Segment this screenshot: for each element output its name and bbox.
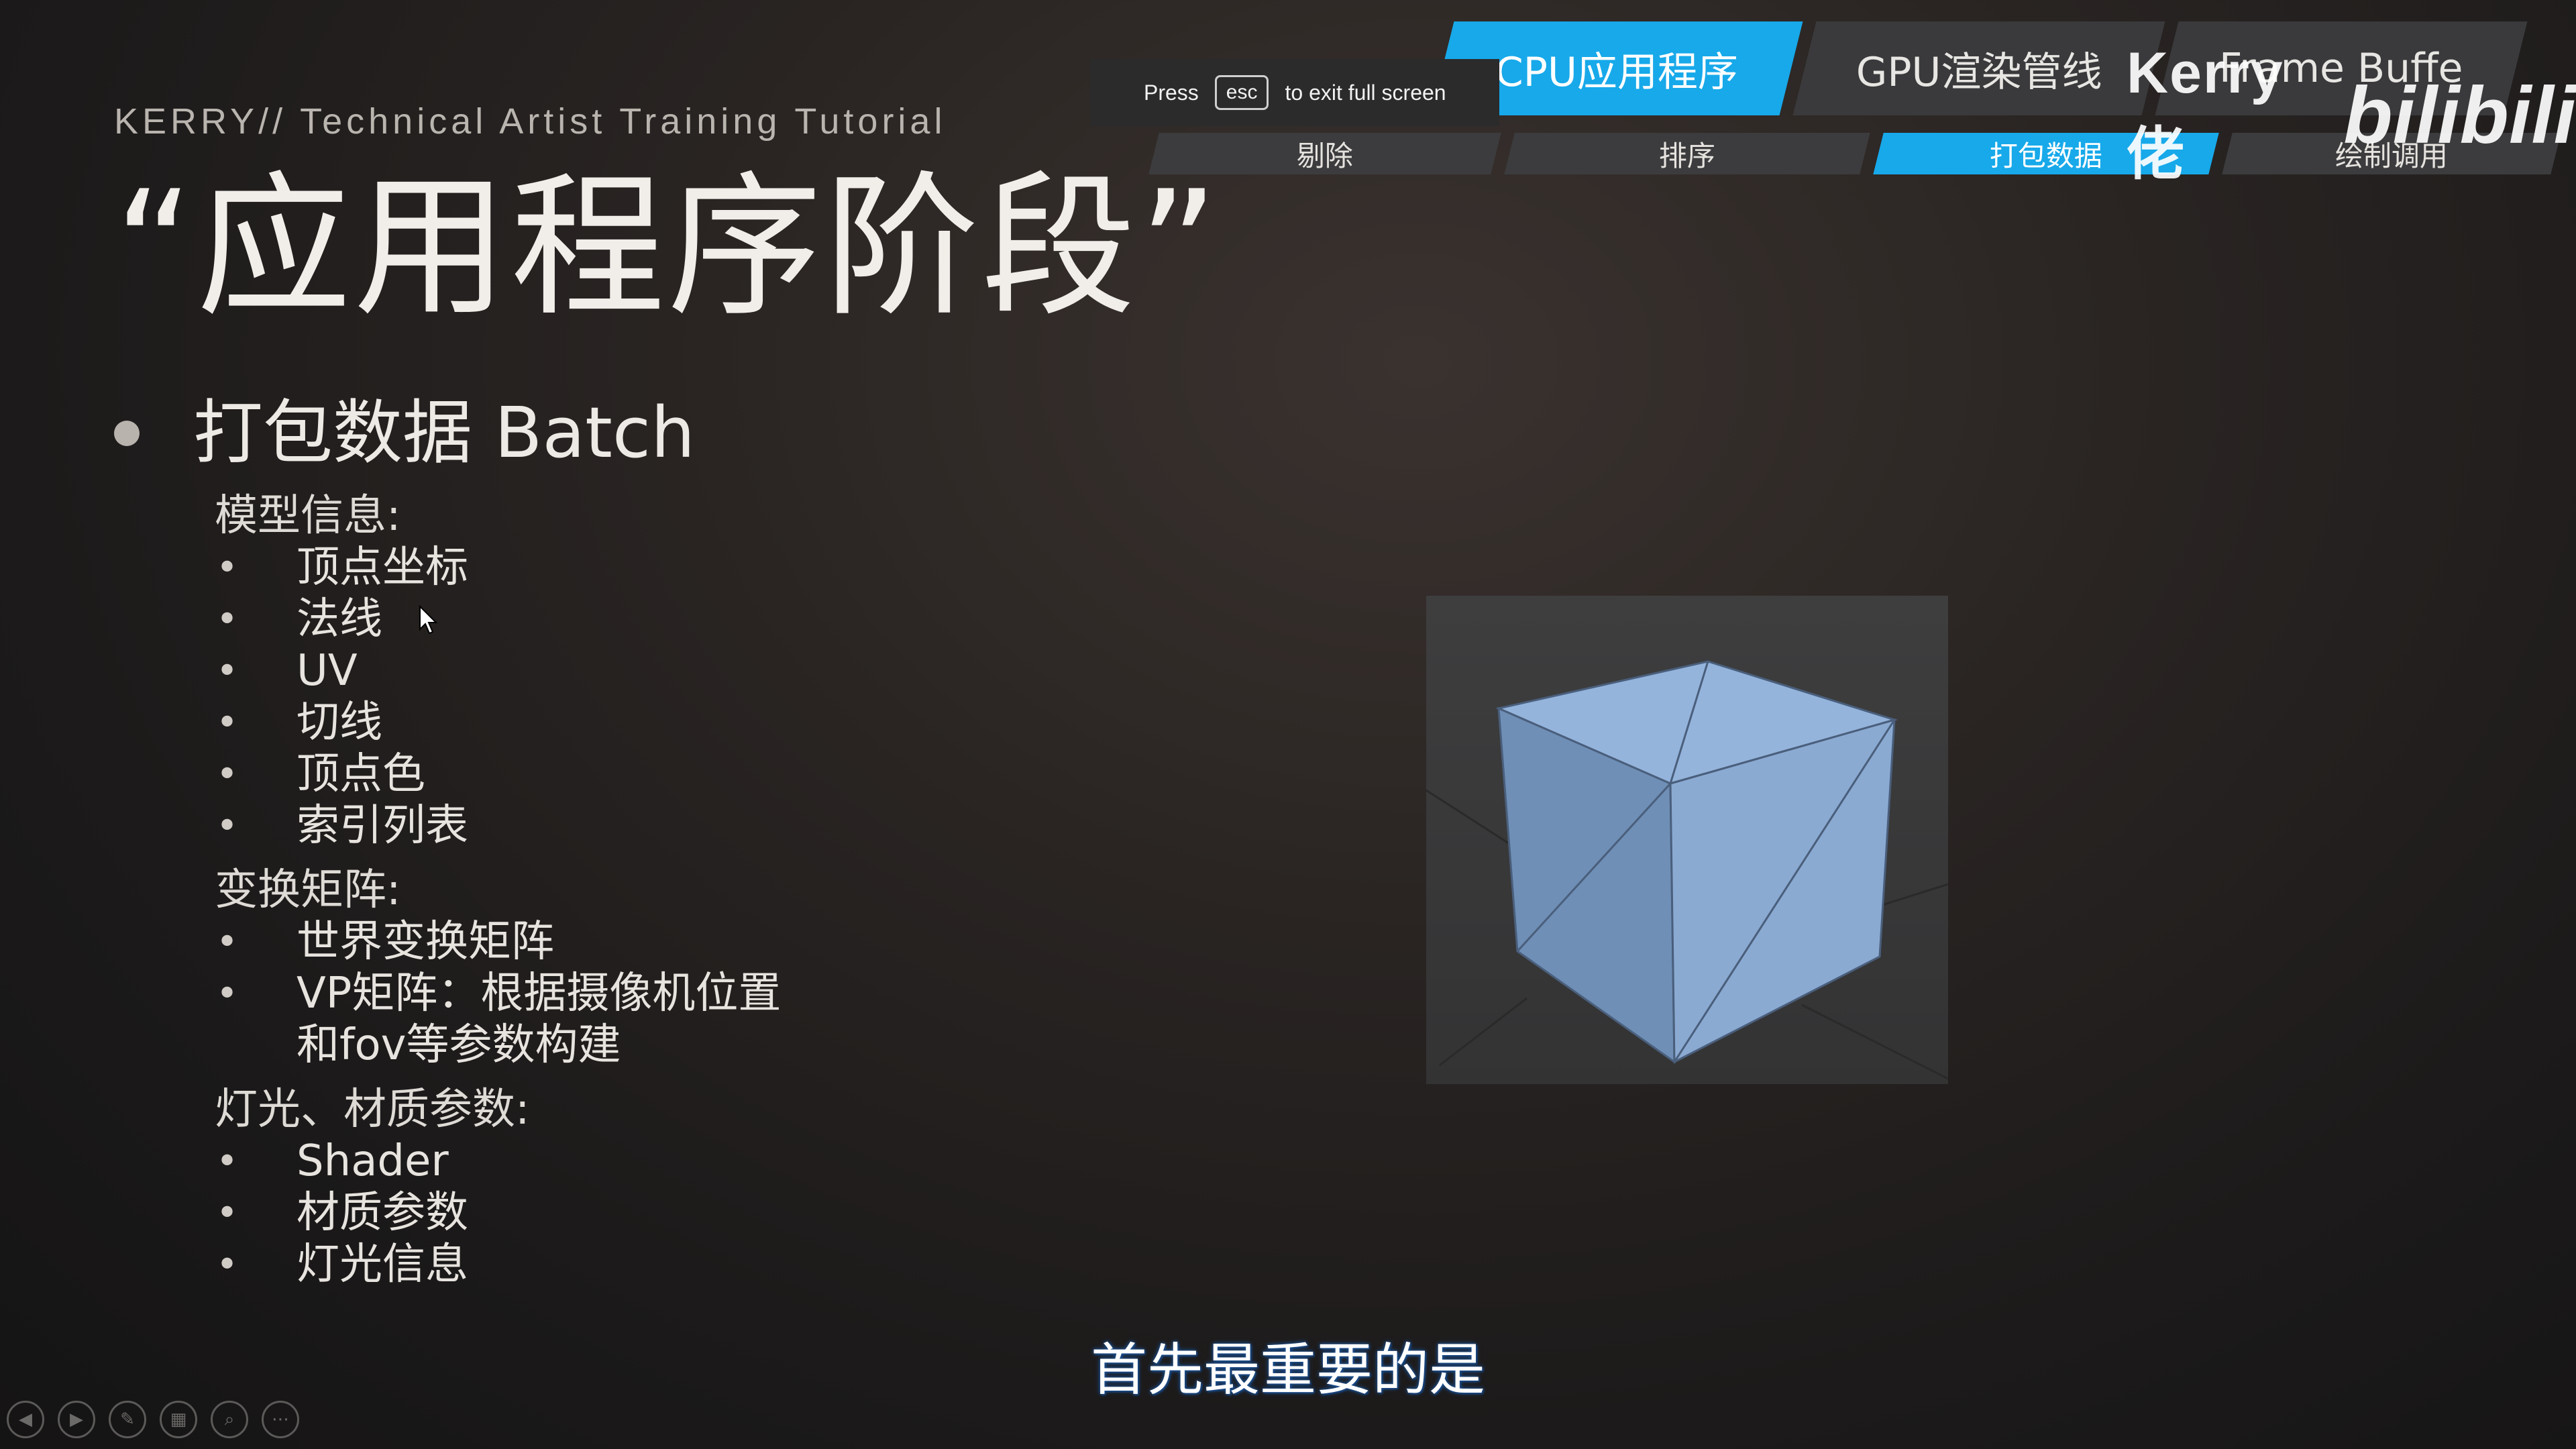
list-item: • 法线	[216, 594, 382, 644]
bullet-heading: 打包数据 Batch	[114, 376, 695, 477]
tab-gpu-pipeline[interactable]: GPU渲染管线	[1792, 21, 2165, 115]
notice-press: Press	[1144, 80, 1199, 105]
list-item: • VP矩阵：根据摄像机位置	[216, 969, 782, 1018]
bullet-icon: •	[216, 1243, 239, 1287]
mouse-cursor-icon	[419, 605, 438, 635]
group-title-model: 模型信息:	[215, 491, 401, 541]
notice-message: to exit full screen	[1285, 80, 1446, 105]
bullet-icon: •	[216, 546, 239, 590]
bullet-icon: •	[216, 972, 239, 1016]
list-item: • Shader	[216, 1136, 449, 1186]
bullet-icon: •	[216, 804, 239, 848]
bullet-icon: •	[216, 753, 239, 796]
list-item: • 索引列表	[216, 801, 468, 851]
watermark: Kerry佬 bilibili	[2127, 40, 2576, 191]
next-icon[interactable]: ▶	[58, 1401, 95, 1438]
bullet-dot-icon	[114, 420, 140, 446]
group-title-transform: 变换矩阵:	[215, 865, 401, 915]
list-item: • 灯光信息	[216, 1240, 468, 1289]
bilibili-logo: bilibili	[2343, 70, 2576, 160]
group-title-lighting: 灯光、材质参数:	[215, 1085, 530, 1134]
cube-image	[1426, 596, 1948, 1084]
zoom-icon[interactable]: ⌕	[211, 1401, 248, 1438]
fullscreen-notice: Press esc to exit full screen	[1090, 59, 1499, 126]
subtab-sorting[interactable]: 排序	[1504, 133, 1870, 174]
esc-key-badge: esc	[1214, 75, 1269, 110]
list-item: • 顶点色	[216, 749, 425, 799]
more-icon[interactable]: ⋯	[262, 1401, 299, 1438]
presentation-controls: ◀ ▶ ✎ ▦ ⌕ ⋯	[7, 1401, 299, 1438]
list-item: • 世界变换矩阵	[216, 917, 554, 967]
list-item: • UV	[216, 646, 358, 696]
subtab-culling[interactable]: 剔除	[1148, 133, 1501, 174]
video-caption: 首先最重要的是	[1090, 1337, 1485, 1403]
slide-subtitle: KERRY// Technical Artist Training Tutori…	[114, 101, 947, 142]
bullet-icon: •	[216, 701, 239, 745]
bullet-heading-text: 打包数据 Batch	[193, 392, 696, 474]
slides-icon[interactable]: ▦	[160, 1401, 197, 1438]
bullet-icon: •	[216, 1191, 239, 1235]
bullet-icon: •	[216, 649, 239, 693]
slide-title: “应用程序阶段”	[114, 158, 1222, 337]
list-item: • 切线	[216, 698, 382, 747]
content-list: 模型信息: • 顶点坐标 • 法线 • UV • 切线 • 顶点色 • 索引列表 变换矩阵:…	[215, 490, 953, 1291]
bullet-icon: •	[216, 598, 239, 641]
cube-illustration	[1426, 596, 1948, 1084]
pen-icon[interactable]: ✎	[109, 1401, 146, 1438]
bullet-icon: •	[216, 920, 239, 964]
list-item-continuation: 和fov等参数构建	[297, 1020, 621, 1070]
prev-icon[interactable]: ◀	[7, 1401, 44, 1438]
list-item: • 材质参数	[216, 1188, 468, 1238]
list-item: • 顶点坐标	[216, 543, 468, 592]
bullet-icon: •	[216, 1140, 239, 1183]
watermark-author: Kerry佬	[2127, 41, 2284, 186]
